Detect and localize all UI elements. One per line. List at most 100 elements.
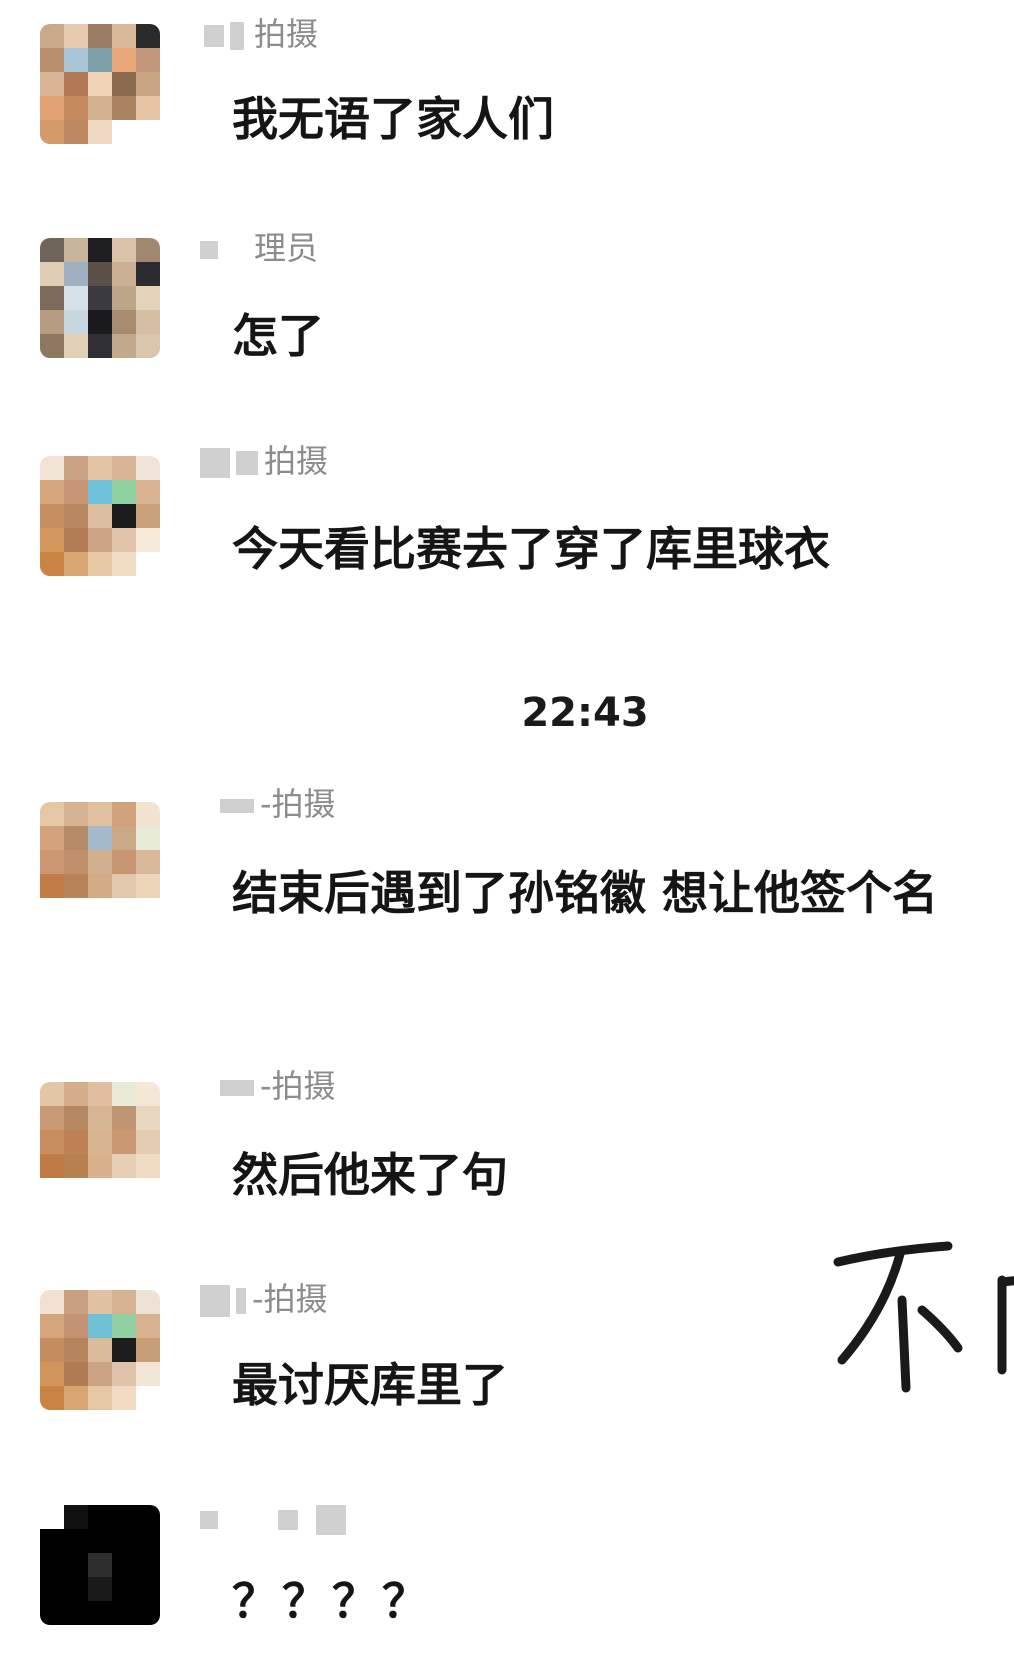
avatar-mosaic-cell [88,898,112,922]
avatar-mosaic-cell [112,1082,136,1106]
avatar-mosaic-cell [136,96,160,120]
avatar-mosaic-cell [40,1290,64,1314]
sender-name: 拍摄 [200,14,318,54]
avatar-mosaic-cell [136,238,160,262]
avatar-mosaic-cell [112,480,136,504]
avatar[interactable] [40,802,160,922]
avatar-mosaic-cell [136,1314,160,1338]
avatar-mosaic-cell [64,528,88,552]
avatar-mosaic-cell [40,238,64,262]
avatar-mosaic-cell [88,262,112,286]
avatar-mosaic-cell [112,1362,136,1386]
avatar[interactable] [40,1505,160,1625]
avatar-mosaic-cell [136,504,160,528]
avatar-mosaic-cell [112,286,136,310]
message-text: ？？？？ [232,1574,432,1628]
avatar-mosaic-cell [40,1130,64,1154]
avatar-mosaic-cell [88,1553,112,1577]
avatar-mosaic-cell [88,24,112,48]
avatar-mosaic-cell [40,1386,64,1410]
avatar-mosaic-cell [64,552,88,576]
avatar-mosaic-cell [88,334,112,358]
avatar-mosaic-cell [64,24,88,48]
avatar-mosaic-cell [112,238,136,262]
message-text: 怎了 [232,309,324,363]
avatar-mosaic-cell [64,1130,88,1154]
avatar-mosaic-cell [40,1154,64,1178]
avatar-mosaic-cell [112,1178,136,1202]
avatar-mosaic-cell [112,1338,136,1362]
avatar-mosaic-cell [40,874,64,898]
avatar-mosaic-cell [88,310,112,334]
avatar-mosaic-cell [64,480,88,504]
avatar-mosaic-cell [136,1106,160,1130]
avatar-mosaic-cell [40,504,64,528]
avatar-mosaic-cell [40,310,64,334]
avatar-mosaic-cell [64,1529,88,1553]
avatar[interactable] [40,238,160,358]
avatar-mosaic-cell [112,72,136,96]
avatar-mosaic-cell [136,1529,160,1553]
avatar-mosaic-cell [64,1553,88,1577]
sender-name: -拍摄 [200,1066,336,1106]
avatar-mosaic-cell [40,1505,64,1529]
avatar-mosaic-cell [40,456,64,480]
avatar-mosaic-cell [112,310,136,334]
avatar[interactable] [40,1082,160,1202]
message-text: 结束后遇到了孙铭徽 想让他签个名 [232,866,939,920]
avatar-mosaic-cell [136,1178,160,1202]
avatar-mosaic-cell [88,850,112,874]
avatar-mosaic-cell [40,120,64,144]
avatar[interactable] [40,456,160,576]
avatar-mosaic-cell [136,334,160,358]
avatar-mosaic-cell [112,1529,136,1553]
avatar-mosaic-cell [40,1314,64,1338]
avatar-mosaic-cell [64,120,88,144]
avatar-mosaic-cell [136,850,160,874]
avatar-mosaic-cell [40,1577,64,1601]
avatar[interactable] [40,1290,160,1410]
avatar-mosaic-cell [88,1290,112,1314]
avatar-mosaic-cell [40,480,64,504]
avatar-mosaic-cell [64,1338,88,1362]
avatar-mosaic-cell [88,802,112,826]
avatar-mosaic-cell [136,528,160,552]
avatar-mosaic-cell [64,286,88,310]
avatar-mosaic-cell [88,72,112,96]
sender-name [200,1498,352,1538]
avatar-mosaic-cell [64,1601,88,1625]
avatar-mosaic-cell [64,826,88,850]
avatar-mosaic-cell [64,1290,88,1314]
avatar-mosaic-cell [40,1553,64,1577]
avatar-mosaic-cell [64,1362,88,1386]
avatar-mosaic-cell [88,1362,112,1386]
avatar-mosaic-cell [112,504,136,528]
avatar-mosaic-cell [40,802,64,826]
avatar-mosaic-cell [136,48,160,72]
avatar-mosaic-cell [64,72,88,96]
avatar-mosaic-cell [136,24,160,48]
avatar-mosaic-cell [112,1553,136,1577]
avatar-mosaic-cell [112,96,136,120]
avatar-mosaic-cell [136,286,160,310]
avatar-mosaic-cell [88,1505,112,1529]
avatar-mosaic-cell [40,72,64,96]
avatar-mosaic-cell [40,1106,64,1130]
avatar-mosaic-cell [136,1290,160,1314]
avatar-mosaic-cell [112,1314,136,1338]
avatar-mosaic-cell [64,238,88,262]
avatar[interactable] [40,24,160,144]
avatar-mosaic-cell [136,1130,160,1154]
avatar-mosaic-cell [112,1290,136,1314]
avatar-mosaic-cell [136,1386,160,1410]
avatar-mosaic-cell [112,1130,136,1154]
avatar-mosaic-cell [136,1082,160,1106]
avatar-mosaic-cell [64,1577,88,1601]
avatar-mosaic-cell [112,802,136,826]
avatar-mosaic-cell [136,898,160,922]
avatar-mosaic-cell [40,1529,64,1553]
avatar-mosaic-cell [112,826,136,850]
avatar-mosaic-cell [112,1154,136,1178]
avatar-mosaic-cell [112,334,136,358]
avatar-mosaic-cell [136,1505,160,1529]
